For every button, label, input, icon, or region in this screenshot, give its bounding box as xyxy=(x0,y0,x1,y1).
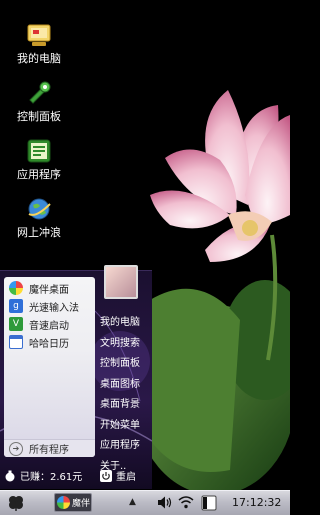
desktop-icon-label: 我的电脑 xyxy=(17,52,61,65)
earnings-label: 已赚：2.61元 xyxy=(20,472,83,483)
mobanzhuomian-icon xyxy=(57,496,70,509)
start-button-clover-icon[interactable] xyxy=(6,494,26,512)
program-label: 哈哈日历 xyxy=(29,338,69,350)
applications-icon xyxy=(27,139,51,163)
money-bag-icon xyxy=(5,470,15,481)
menu-item-desktop-background[interactable]: 桌面背景 xyxy=(100,395,152,416)
menu-item-search[interactable]: 文明搜索 xyxy=(100,334,152,355)
power-icon xyxy=(100,469,112,482)
right-menu-list: 我的电脑 文明搜索 控制面板 桌面图标 桌面背景 开始菜单 应用程序 关于.. xyxy=(100,313,152,477)
taskbar-app-label: 魔伴 xyxy=(72,499,91,509)
tray-expand-icon[interactable]: ▲ xyxy=(129,497,136,507)
earnings-status: 已赚：2.61元 xyxy=(4,468,82,483)
control-panel-icon xyxy=(29,81,51,104)
desktop-icon-internet[interactable]: 网上冲浪 xyxy=(6,196,72,248)
computer-icon xyxy=(27,24,51,46)
menu-item-my-computer[interactable]: 我的电脑 xyxy=(100,313,152,334)
program-item-input-method[interactable]: g 光速输入法 xyxy=(4,297,95,315)
program-label: 光速输入法 xyxy=(29,302,79,314)
calendar-icon xyxy=(9,335,23,349)
all-programs-button[interactable]: ➔ 所有程序 xyxy=(4,439,95,457)
start-menu: 魔伴桌面 g 光速输入法 V 音速启动 哈哈日历 ➔ 所有程序 我的电脑 文明搜… xyxy=(0,265,152,489)
taskbar-app-button[interactable]: 魔伴 xyxy=(54,493,92,512)
clock[interactable]: 17:12:32 xyxy=(232,496,281,509)
avatar[interactable] xyxy=(104,265,138,299)
all-programs-label: 所有程序 xyxy=(29,445,69,456)
desktop-icon-label: 控制面板 xyxy=(17,110,61,123)
internet-icon xyxy=(28,198,51,220)
restart-label: 重启 xyxy=(116,472,136,483)
program-item-calendar[interactable]: 哈哈日历 xyxy=(4,333,95,351)
menu-item-control-panel[interactable]: 控制面板 xyxy=(100,354,152,375)
volume-icon[interactable] xyxy=(157,495,173,510)
battery-icon[interactable] xyxy=(200,495,218,511)
program-list-panel: 魔伴桌面 g 光速输入法 V 音速启动 哈哈日历 ➔ 所有程序 xyxy=(4,277,95,457)
program-label: 音速启动 xyxy=(29,320,69,332)
restart-button[interactable]: 重启 xyxy=(100,468,136,483)
wifi-icon[interactable] xyxy=(178,495,194,510)
desktop-icon-my-computer[interactable]: 我的电脑 xyxy=(6,22,72,74)
arrow-right-icon: ➔ xyxy=(9,441,23,456)
program-item-moban[interactable]: 魔伴桌面 xyxy=(4,279,95,297)
desktop-icon-control-panel[interactable]: 控制面板 xyxy=(6,80,72,132)
mobanzhuomian-icon xyxy=(9,281,23,295)
taskbar: 魔伴 ▲ 17:12:32 xyxy=(0,490,290,515)
program-label: 魔伴桌面 xyxy=(29,284,69,296)
input-method-icon: g xyxy=(9,299,23,313)
menu-item-start-menu[interactable]: 开始菜单 xyxy=(100,416,152,437)
quick-launch-icon: V xyxy=(9,317,23,331)
menu-item-applications[interactable]: 应用程序 xyxy=(100,436,152,457)
desktop-icon-label: 应用程序 xyxy=(17,168,61,181)
program-item-quick-launch[interactable]: V 音速启动 xyxy=(4,315,95,333)
desktop-icon-applications[interactable]: 应用程序 xyxy=(6,138,72,190)
desktop: 我的电脑 控制面板 应用程序 网上冲浪 魔伴桌面 g 光速输入法 V 音速启动 … xyxy=(0,0,290,490)
menu-item-desktop-icons[interactable]: 桌面图标 xyxy=(100,375,152,396)
desktop-icon-label: 网上冲浪 xyxy=(17,226,61,239)
